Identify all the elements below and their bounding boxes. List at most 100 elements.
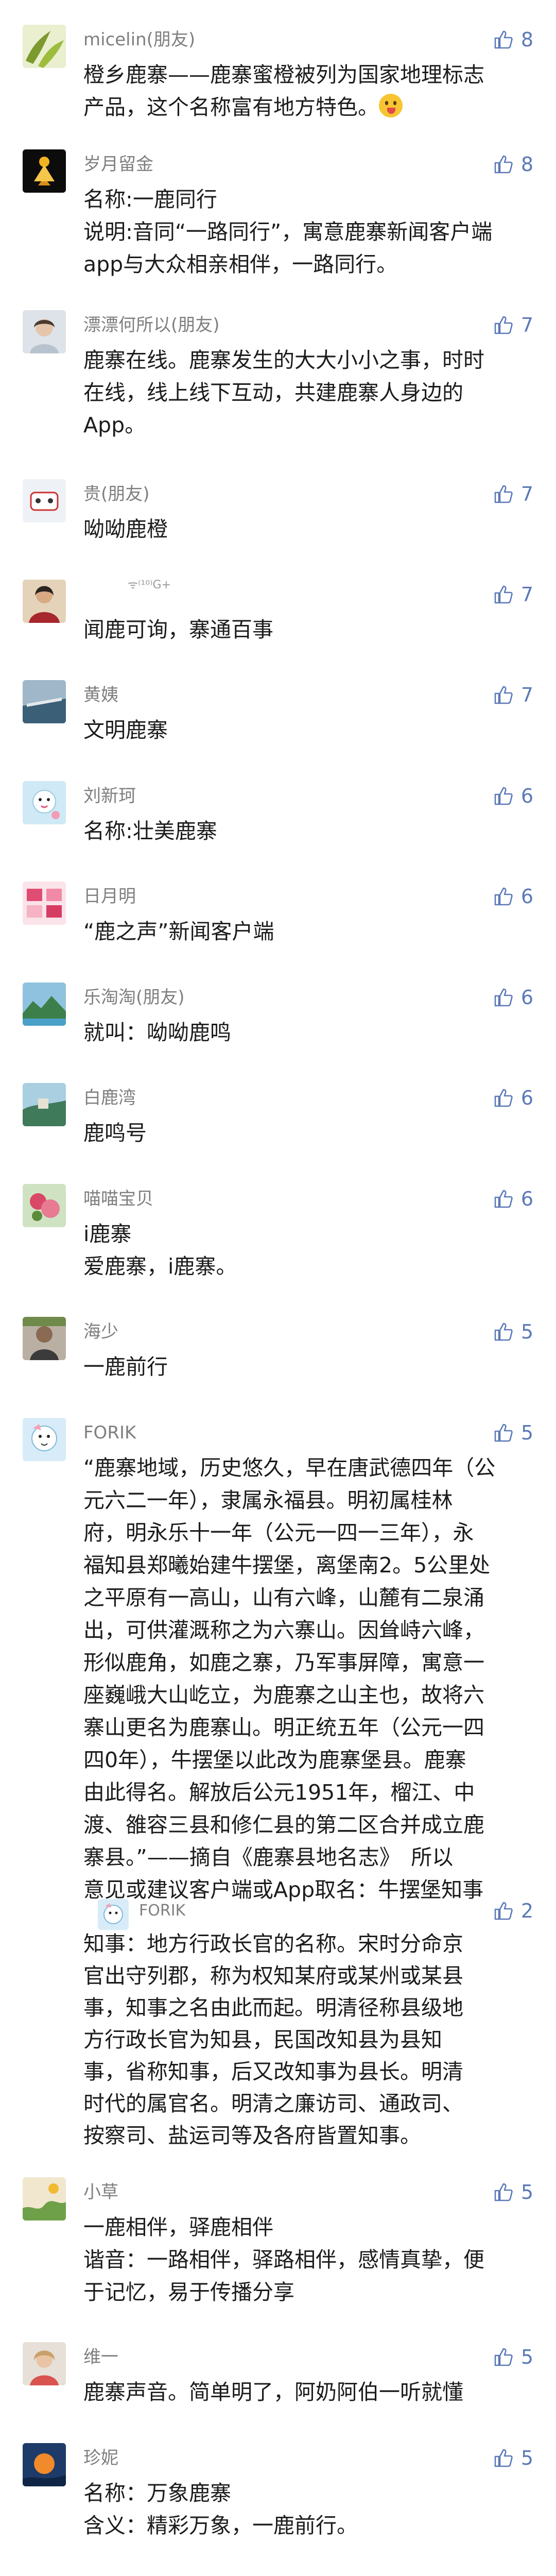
- commenter-name[interactable]: FORIK: [139, 1899, 185, 1923]
- like-button[interactable]: 6: [493, 885, 533, 908]
- like-count: 7: [520, 684, 533, 706]
- comment-line: 由此得名。解放后公元1951年，榴江、中: [83, 1780, 475, 1805]
- thumbs-up-icon: [493, 1422, 514, 1443]
- comment-text: 文明鹿寨: [83, 714, 533, 747]
- network-status-overlay: ᯤ⁽¹⁰⁾G+: [128, 579, 171, 591]
- commenter-name[interactable]: 白鹿湾: [83, 1086, 136, 1110]
- comment-line: 之平原有一高山，山有六峰，山麓有二泉涌: [83, 1585, 484, 1610]
- like-button[interactable]: 7: [493, 683, 533, 707]
- comment-line: 元六二一年），隶属永福县。明初属桂林: [83, 1488, 453, 1513]
- like-count: 5: [520, 1320, 533, 1343]
- like-count: 7: [520, 314, 533, 336]
- like-button[interactable]: 6: [493, 1086, 533, 1110]
- comment-line: 名称:一鹿同行: [83, 187, 217, 212]
- avatar[interactable]: [23, 882, 66, 925]
- avatar[interactable]: [23, 680, 66, 723]
- thumbs-up-icon: [493, 154, 514, 175]
- avatar[interactable]: [23, 580, 66, 623]
- thumbs-up-icon: [493, 1321, 514, 1342]
- avatar[interactable]: [23, 1317, 66, 1360]
- avatar[interactable]: [23, 310, 66, 353]
- like-button[interactable]: 7: [493, 482, 533, 506]
- like-count: 6: [520, 986, 533, 1009]
- comment-text: 一鹿前行: [83, 1351, 533, 1383]
- comment-text: “鹿之声”新闻客户端: [83, 916, 533, 948]
- thumbs-up-icon: [493, 315, 514, 335]
- thumbs-up-icon: [493, 886, 514, 907]
- comment-text: 一鹿相伴，驿鹿相伴 谐音：一路相伴，驿路相伴，感情真挚，便 于记忆，易于传播分享: [83, 2211, 533, 2309]
- comment-text: 就叫：呦呦鹿鸣: [83, 1016, 533, 1049]
- wink-emoji-icon: [379, 94, 403, 117]
- avatar[interactable]: [23, 479, 66, 522]
- like-button[interactable]: 7: [493, 313, 533, 337]
- commenter-name[interactable]: 贵(朋友): [83, 482, 150, 506]
- commenter-name[interactable]: 日月明: [83, 885, 136, 908]
- like-button[interactable]: 5: [493, 2180, 533, 2204]
- comment-line: 橙乡鹿寨——鹿寨蜜橙被列为国家地理标志: [83, 62, 484, 87]
- commenter-name[interactable]: 维一: [83, 2345, 118, 2369]
- like-count: 8: [520, 153, 533, 176]
- thumbs-up-icon: [493, 1189, 514, 1209]
- avatar[interactable]: [23, 2342, 66, 2385]
- comment-line: 就叫：呦呦鹿鸣: [83, 1020, 231, 1045]
- commenter-name[interactable]: 黄姨: [83, 683, 118, 707]
- commenter-name[interactable]: 海少: [83, 1320, 118, 1344]
- comment-text: “鹿寨地域，历史悠久，早在唐武德四年（公 元六二一年），隶属永福县。明初属桂林 …: [83, 1452, 533, 1906]
- avatar[interactable]: [23, 2177, 66, 2221]
- like-button[interactable]: 8: [493, 28, 533, 52]
- comment-line: 按察司、盐运司等及各府皆置知事。: [83, 2123, 421, 2148]
- comment-text: 名称：万象鹿寨 含义：精彩万象，一鹿前行。: [83, 2477, 533, 2542]
- comment-line: 出，可供灌溉称之为六寨山。因耸峙六峰，: [83, 1618, 484, 1642]
- thumbs-up-icon: [493, 987, 514, 1008]
- like-button[interactable]: 2: [493, 1899, 533, 1923]
- commenter-name[interactable]: 喵喵宝贝: [83, 1187, 153, 1211]
- comment-line: “鹿寨地域，历史悠久，早在唐武德四年（公: [83, 1455, 496, 1480]
- comment-line: 闻鹿可询，寨通百事: [83, 617, 273, 642]
- comment-line: i鹿寨: [83, 1222, 132, 1246]
- thumbs-up-icon: [493, 484, 514, 504]
- like-button[interactable]: 7: [493, 583, 533, 606]
- comment-text: 呦呦鹿橙: [83, 513, 533, 546]
- thumbs-up-icon: [493, 1088, 514, 1108]
- like-button[interactable]: 5: [493, 1421, 533, 1445]
- avatar[interactable]: [23, 149, 66, 193]
- avatar[interactable]: [98, 1899, 129, 1930]
- avatar[interactable]: [23, 2443, 66, 2486]
- thumbs-up-icon: [493, 2182, 514, 2202]
- commenter-name[interactable]: micelin(朋友): [83, 28, 195, 52]
- comment-line: 爱鹿寨，i鹿寨。: [83, 1254, 237, 1279]
- commenter-name[interactable]: 刘新珂: [83, 784, 136, 808]
- commenter-name[interactable]: 岁月留金: [83, 152, 153, 176]
- like-count: 5: [520, 2181, 533, 2204]
- commenter-name[interactable]: 漂漂何所以(朋友): [83, 313, 220, 337]
- commenter-name[interactable]: 珍妮: [83, 2446, 118, 2470]
- avatar[interactable]: [23, 1418, 66, 1461]
- like-count: 5: [520, 1421, 533, 1444]
- comment-line: 鹿鸣号: [83, 1121, 147, 1145]
- comment-line: app与大众相亲相伴，一路同行。: [83, 252, 398, 277]
- like-button[interactable]: 5: [493, 2446, 533, 2470]
- avatar[interactable]: [23, 1083, 66, 1126]
- avatar[interactable]: [23, 25, 66, 68]
- avatar[interactable]: [23, 781, 66, 824]
- comment-line: 寨县。”——摘自《鹿寨县地名志》 所以: [83, 1845, 454, 1870]
- comment-line: 一鹿前行: [83, 1354, 168, 1379]
- like-button[interactable]: 6: [493, 986, 533, 1009]
- commenter-name[interactable]: 小草: [83, 2180, 118, 2204]
- avatar[interactable]: [23, 1184, 66, 1227]
- commenter-name[interactable]: FORIK: [83, 1421, 136, 1445]
- avatar[interactable]: [23, 982, 66, 1026]
- like-count: 6: [520, 785, 533, 807]
- comment-line: 府，明永乐十一年（公元一四一三年），永: [83, 1520, 474, 1545]
- thumbs-up-icon: [493, 685, 514, 705]
- comment-line: 含义：精彩万象，一鹿前行。: [83, 2513, 358, 2538]
- thumbs-up-icon: [493, 1901, 514, 1921]
- like-button[interactable]: 8: [493, 152, 533, 176]
- like-button[interactable]: 5: [493, 2345, 533, 2369]
- comment-line: 事，省称知事，后又改知事为县长。明清: [83, 2059, 463, 2084]
- like-button[interactable]: 6: [493, 784, 533, 808]
- like-button[interactable]: 6: [493, 1187, 533, 1211]
- comment-line: 方行政长官为知县，民国改知县为县知: [83, 2027, 442, 2052]
- like-button[interactable]: 5: [493, 1320, 533, 1344]
- commenter-name[interactable]: 乐淘淘(朋友): [83, 986, 185, 1009]
